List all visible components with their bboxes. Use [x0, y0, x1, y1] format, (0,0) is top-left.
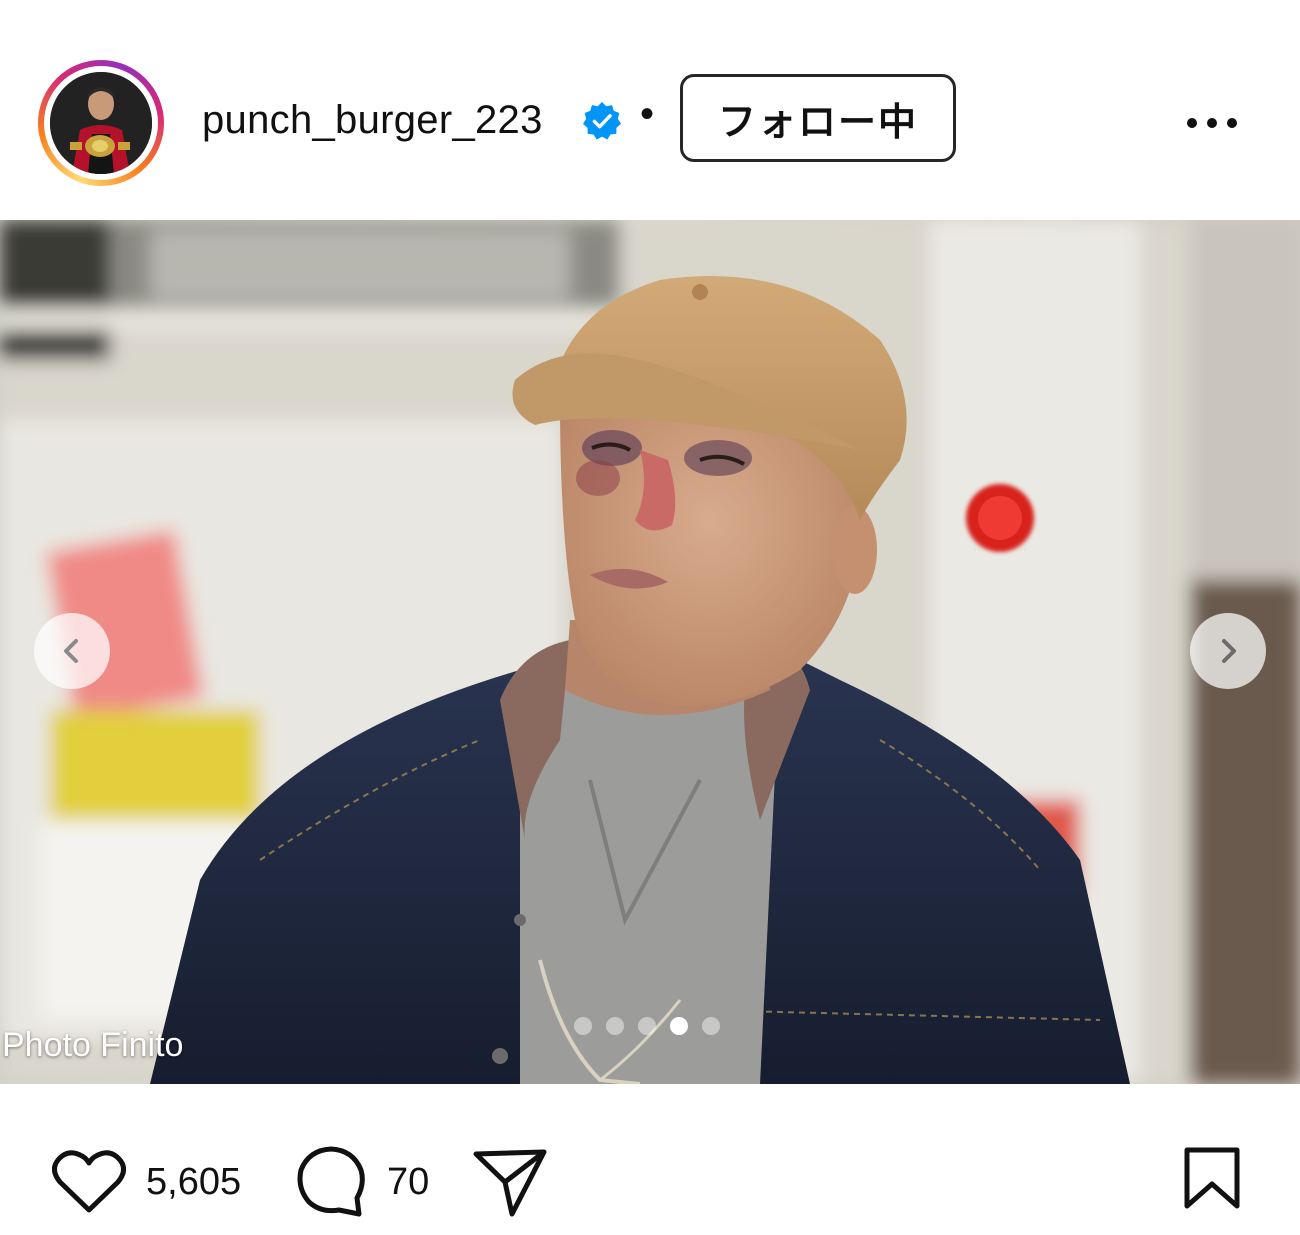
carousel-dot	[702, 1017, 720, 1035]
comment-count[interactable]: 70	[387, 1161, 429, 1204]
carousel-dot	[638, 1017, 656, 1035]
verified-badge-icon	[583, 102, 621, 140]
carousel-next-button[interactable]	[1190, 613, 1266, 689]
send-icon[interactable]	[472, 1146, 548, 1218]
chevron-right-icon	[1222, 639, 1236, 663]
avatar[interactable]	[50, 72, 152, 174]
following-button[interactable]: フォロー中	[680, 74, 956, 162]
carousel-dot	[574, 1017, 592, 1035]
heart-icon[interactable]	[52, 1148, 126, 1214]
carousel-dot	[606, 1017, 624, 1035]
carousel-dot-active	[670, 1017, 688, 1035]
carousel-prev-button[interactable]	[34, 613, 110, 689]
chevron-left-icon	[64, 639, 78, 663]
action-bar: 5,605 70	[0, 1084, 1300, 1235]
post-photo[interactable]: Photo Finito	[0, 220, 1300, 1084]
more-options-icon[interactable]	[1186, 116, 1238, 130]
bookmark-icon[interactable]	[1182, 1146, 1242, 1210]
comment-icon[interactable]	[295, 1144, 369, 1218]
carousel-indicator	[574, 1017, 720, 1035]
photo-credit: Photo Finito	[2, 1026, 184, 1064]
separator-dot: •	[640, 92, 655, 136]
avatar-frame	[44, 66, 158, 180]
avatar-image	[50, 72, 152, 174]
post-header: punch_burger_223 • フォロー中	[0, 0, 1300, 220]
photo-image	[0, 220, 1300, 1084]
username-link[interactable]: punch_burger_223	[202, 98, 543, 143]
like-count[interactable]: 5,605	[146, 1161, 241, 1204]
story-ring[interactable]	[38, 60, 164, 186]
